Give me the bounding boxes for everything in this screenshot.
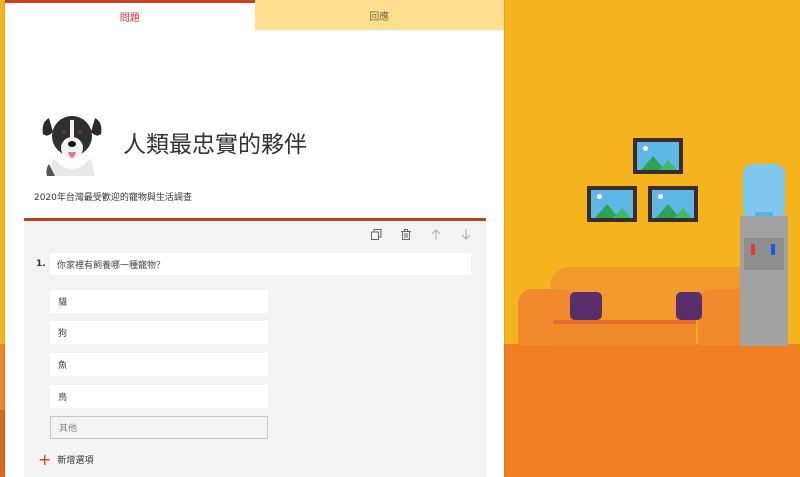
arrow-up-icon[interactable] (428, 226, 444, 242)
floor-shade (505, 344, 800, 477)
picture-frame-icon (633, 138, 683, 174)
water-cooler-icon (740, 216, 788, 346)
form-editor-card: 問題 回應 人類最忠實的夥伴 2020年台灣最受歡迎的寵物與生活調查 1. 你家… (5, 0, 504, 477)
pillow-icon (570, 292, 602, 320)
arrow-down-icon[interactable] (458, 226, 474, 242)
form-header: 人類最忠實的夥伴 2020年台灣最受歡迎的寵物與生活調查 (5, 30, 504, 218)
form-title[interactable]: 人類最忠實的夥伴 (123, 125, 307, 159)
sofa-seat (553, 320, 696, 345)
form-subtitle[interactable]: 2020年台灣最受歡迎的寵物與生活調查 (34, 190, 192, 203)
option-input[interactable]: 狗 (50, 321, 268, 344)
dog-logo-icon[interactable] (39, 108, 105, 176)
option-input[interactable]: 貓 (50, 290, 268, 313)
tab-bar: 問題 回應 (5, 0, 504, 30)
other-option-input[interactable]: 其他 (50, 416, 268, 439)
tab-responses[interactable]: 回應 (254, 0, 504, 30)
water-bottle-icon (743, 164, 785, 216)
tab-questions[interactable]: 問題 (5, 0, 255, 30)
cold-tap-icon (771, 244, 775, 255)
option-input[interactable]: 鳥 (50, 385, 268, 408)
add-option-label: 新增選項 (57, 456, 94, 466)
copy-icon[interactable] (368, 226, 384, 242)
hot-tap-icon (751, 244, 755, 255)
question-card[interactable]: 1. 你家裡有飼養哪一種寵物？ 貓 狗 魚 鳥 其他 + 新增選項 (24, 221, 486, 477)
pillow-icon (676, 292, 702, 320)
add-option-button[interactable]: + 新增選項 (38, 449, 94, 469)
option-input[interactable]: 魚 (50, 353, 268, 376)
trash-icon[interactable] (398, 226, 414, 242)
picture-frame-icon (587, 186, 637, 222)
water-cooler-panel (744, 238, 784, 270)
picture-frame-icon (648, 186, 698, 222)
question-toolbar (368, 226, 474, 242)
plus-icon: + (38, 449, 52, 469)
question-number: 1. (36, 259, 46, 269)
question-text-input[interactable]: 你家裡有飼養哪一種寵物？ (50, 253, 471, 275)
